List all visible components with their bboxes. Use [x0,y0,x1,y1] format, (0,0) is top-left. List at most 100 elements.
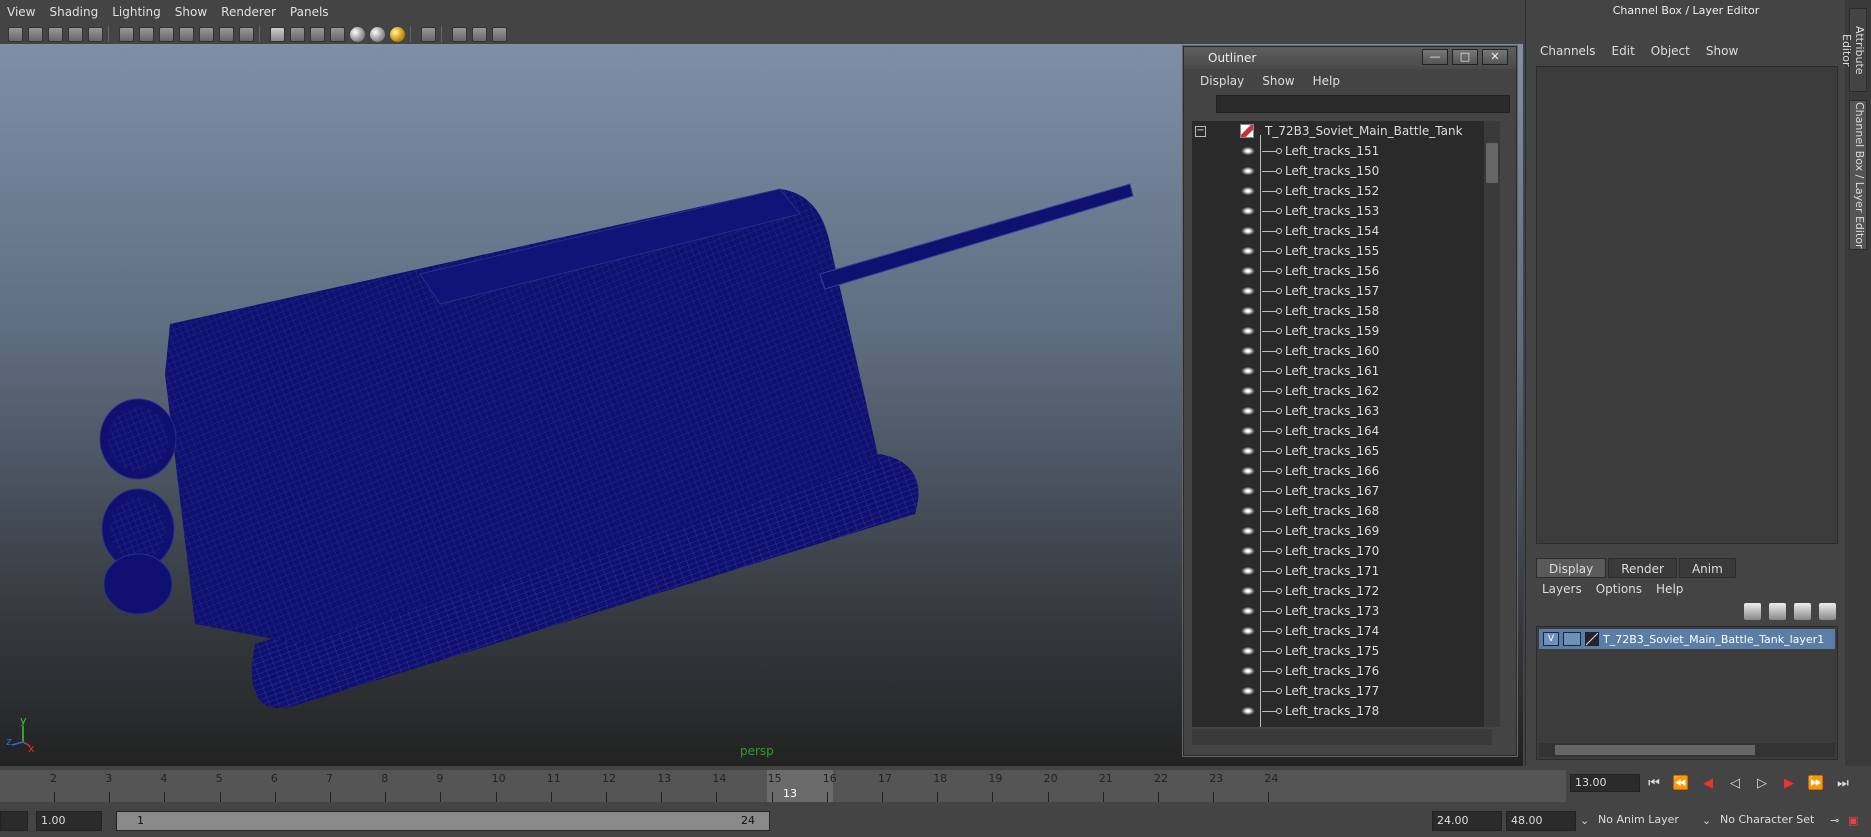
xray-components-icon[interactable] [492,26,507,42]
character-set-select[interactable]: No Character Set [1716,811,1826,831]
outliner-list[interactable]: − T_72B3_Soviet_Main_Battle_Tank Left_tr… [1192,121,1492,727]
chevron-down-icon[interactable]: ⌄ [1580,811,1592,831]
cb-menu-channels[interactable]: Channels [1540,44,1596,58]
layer-row[interactable]: V T_72B3_Soviet_Main_Battle_Tank_layer1 [1539,629,1835,649]
play-forward-icon[interactable]: ▷ [1753,776,1771,792]
outliner-hscrollbar[interactable] [1192,729,1492,745]
new-layer-icon[interactable] [1794,603,1811,620]
layer-menu-layers[interactable]: Layers [1542,582,1582,596]
anim-start-field[interactable] [0,811,28,831]
outliner-item[interactable]: Left_tracks_177 [1192,681,1492,701]
select-camera-icon[interactable] [8,26,23,42]
image-plane-icon[interactable] [68,26,83,42]
outliner-item[interactable]: Left_tracks_163 [1192,401,1492,421]
wireframe-on-shaded-icon[interactable] [310,26,325,42]
outliner-item[interactable]: Left_tracks_159 [1192,321,1492,341]
outliner-item[interactable]: Left_tracks_178 [1192,701,1492,721]
outliner-item[interactable]: Left_tracks_171 [1192,561,1492,581]
move-layer-down-icon[interactable] [1769,603,1786,620]
outliner-item[interactable]: Left_tracks_161 [1192,361,1492,381]
outliner-root-item[interactable]: − T_72B3_Soviet_Main_Battle_Tank [1192,121,1492,141]
tab-anim[interactable]: Anim [1678,558,1736,578]
bookmark-icon[interactable] [48,26,63,42]
outliner-item[interactable]: Left_tracks_157 [1192,281,1492,301]
outliner-item[interactable]: Left_tracks_165 [1192,441,1492,461]
scroll-thumb[interactable] [1486,143,1498,183]
outliner-vscrollbar[interactable] [1484,121,1500,727]
layer-hscrollbar[interactable] [1539,743,1835,757]
field-chart-icon[interactable] [199,26,214,42]
play-backward-icon[interactable]: ◁ [1726,776,1744,792]
film-gate-icon[interactable] [139,26,154,42]
tab-channel-box[interactable]: Channel Box / Layer Editor [1849,100,1867,250]
key-icon[interactable]: ⊸ [1830,811,1844,831]
cb-menu-object[interactable]: Object [1651,44,1690,58]
outliner-item[interactable]: Left_tracks_162 [1192,381,1492,401]
safe-title-icon[interactable] [239,26,254,42]
tab-attribute-editor[interactable]: Attribute Editor [1840,8,1867,92]
outliner-menu-display[interactable]: Display [1200,74,1244,88]
menu-view[interactable]: View [7,5,35,19]
outliner-item[interactable]: Left_tracks_175 [1192,641,1492,661]
range-slider[interactable]: 1 24 [116,811,770,831]
layer-visibility-toggle[interactable]: V [1543,632,1559,646]
wireframe-icon[interactable] [270,26,285,42]
xray-icon[interactable] [452,26,467,42]
anim-layer-select[interactable]: No Anim Layer [1594,811,1704,831]
grease-pencil-icon[interactable] [88,26,103,42]
prefs-icon[interactable]: ▣ [1848,811,1862,831]
layer-list[interactable]: V T_72B3_Soviet_Main_Battle_Tank_layer1 [1536,626,1838,760]
outliner-item[interactable]: Left_tracks_151 [1192,141,1492,161]
layer-playback-toggle[interactable] [1563,632,1581,646]
safe-action-icon[interactable] [219,26,234,42]
time-slider[interactable]: 13 2 3 4 5 6 7 8 9 10 11 12 13 14 15 16 17 18 19 20 21 22 23 2… [0,770,1566,802]
anim-end-field[interactable]: 48.00 [1506,811,1576,831]
outliner-item[interactable]: Left_tracks_160 [1192,341,1492,361]
outliner-item[interactable]: Left_tracks_167 [1192,481,1492,501]
move-layer-up-icon[interactable] [1744,603,1761,620]
outliner-item[interactable]: Left_tracks_155 [1192,241,1492,261]
grid-icon[interactable] [119,26,134,42]
step-forward-key-icon[interactable]: ⏩ [1807,776,1825,792]
menu-renderer[interactable]: Renderer [221,5,276,19]
outliner-filter-input[interactable] [1216,95,1510,113]
go-to-end-icon[interactable]: ⏭ [1834,776,1852,792]
outliner-item[interactable]: Left_tracks_174 [1192,621,1492,641]
maximize-button[interactable]: □ [1452,49,1478,65]
outliner-item[interactable]: Left_tracks_154 [1192,221,1492,241]
step-back-frame-icon[interactable]: ◀ [1699,776,1717,792]
default-lighting-icon[interactable] [350,26,365,42]
chevron-down-icon[interactable]: ⌄ [1702,811,1714,831]
isolate-select-icon[interactable] [421,26,436,42]
step-forward-frame-icon[interactable]: ▶ [1780,776,1798,792]
current-time-field[interactable]: 13.00 [1570,774,1640,792]
shadows-icon[interactable] [370,26,385,42]
collapse-icon[interactable]: − [1195,126,1206,137]
tab-display[interactable]: Display [1536,558,1607,578]
outliner-item[interactable]: Left_tracks_169 [1192,521,1492,541]
xray-joints-icon[interactable] [472,26,487,42]
playback-end-field[interactable]: 24.00 [1432,811,1502,831]
tank-wireframe[interactable] [0,44,1183,766]
textured-icon[interactable] [330,26,345,42]
go-to-start-icon[interactable]: ⏮ [1645,776,1663,792]
outliner-item[interactable]: Left_tracks_158 [1192,301,1492,321]
camera-attributes-icon[interactable] [28,26,43,42]
outliner-item[interactable]: Left_tracks_153 [1192,201,1492,221]
tab-render[interactable]: Render [1608,558,1677,578]
outliner-item[interactable]: Left_tracks_156 [1192,261,1492,281]
cb-menu-edit[interactable]: Edit [1612,44,1635,58]
close-button[interactable]: ✕ [1482,49,1508,65]
outliner-item[interactable]: Left_tracks_164 [1192,421,1492,441]
layer-color-swatch[interactable] [1585,632,1599,646]
outliner-item[interactable]: Left_tracks_172 [1192,581,1492,601]
outliner-item[interactable]: Left_tracks_166 [1192,461,1492,481]
smooth-shade-icon[interactable] [290,26,305,42]
high-quality-icon[interactable] [390,26,405,42]
menu-lighting[interactable]: Lighting [112,5,161,19]
cb-menu-show[interactable]: Show [1706,44,1738,58]
playback-start-field[interactable]: 1.00 [36,811,102,831]
outliner-item[interactable]: Left_tracks_176 [1192,661,1492,681]
outliner-item[interactable]: Left_tracks_173 [1192,601,1492,621]
channel-box-content[interactable] [1536,66,1838,544]
